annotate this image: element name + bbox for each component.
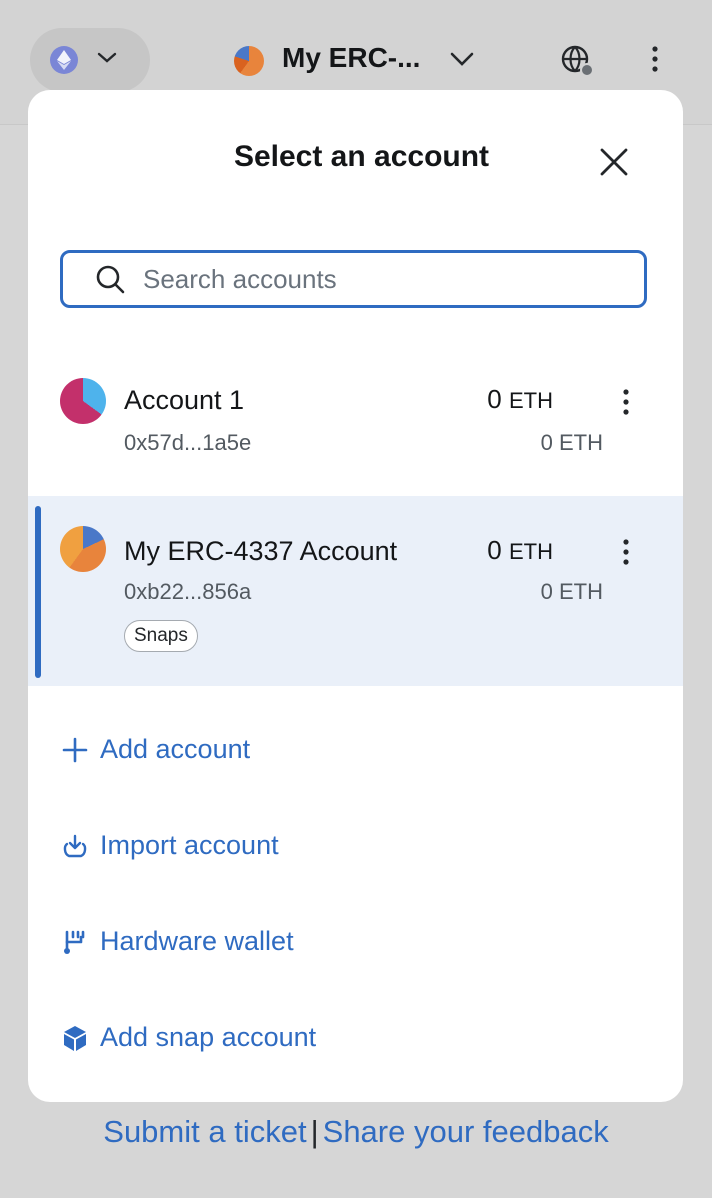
secondary-balance: 0 ETH (540, 430, 603, 455)
support-footer: Submit a ticket | Share your feedback (0, 1114, 712, 1150)
account-name: Account 1 (124, 385, 245, 415)
account-options-icon[interactable] (616, 534, 636, 570)
plus-icon (60, 735, 90, 765)
select-account-modal: Select an account Account 1 0x57d...1a5e… (28, 90, 683, 1102)
search-input[interactable] (141, 262, 615, 296)
network-picker[interactable] (30, 28, 150, 92)
account-balance: 0 ETH (487, 535, 553, 566)
snap-cube-icon (60, 1023, 90, 1053)
account-avatar (60, 526, 106, 572)
import-account-label: Import account (100, 830, 279, 860)
close-icon[interactable] (596, 144, 632, 180)
ethereum-icon (50, 46, 78, 74)
add-account-button[interactable]: Add account (60, 734, 250, 765)
hardware-wallet-button[interactable]: Hardware wallet (60, 926, 294, 957)
current-account-name[interactable]: My ERC-... (282, 42, 420, 74)
import-account-button[interactable]: Import account (60, 830, 279, 861)
footer-separator: | (310, 1114, 319, 1149)
secondary-balance: 0 ETH (540, 579, 603, 604)
snaps-tag: Snaps (124, 620, 198, 652)
hardware-wallet-icon (60, 927, 90, 957)
account-options-icon[interactable] (616, 384, 636, 420)
account-name: My ERC-4337 Account (124, 536, 398, 566)
add-snap-account-button[interactable]: Add snap account (60, 1022, 316, 1053)
account-avatar[interactable] (234, 46, 264, 76)
account-list-item-selected[interactable]: My ERC-4337 Account 0xb22...856a 0 ETH 0… (28, 496, 683, 686)
globe-connected-icon[interactable] (560, 44, 594, 83)
share-feedback-link[interactable]: Share your feedback (323, 1114, 609, 1149)
add-snap-account-label: Add snap account (100, 1022, 317, 1052)
balance-value: 0 (487, 535, 502, 565)
account-address: 0xb22...856a (124, 579, 252, 604)
search-box (60, 250, 647, 308)
hardware-wallet-label: Hardware wallet (100, 926, 294, 956)
account-avatar (60, 378, 106, 424)
balance-unit: ETH (509, 388, 553, 413)
add-account-label: Add account (100, 734, 251, 764)
submit-ticket-link[interactable]: Submit a ticket (103, 1114, 306, 1149)
account-address: 0x57d...1a5e (124, 430, 252, 455)
account-balance: 0 ETH (487, 384, 553, 415)
balance-unit: ETH (509, 539, 553, 564)
chevron-down-icon[interactable] (448, 48, 476, 75)
selected-indicator (35, 506, 41, 678)
account-list-item[interactable]: Account 1 0x57d...1a5e 0 ETH 0 ETH (28, 350, 683, 496)
search-icon (95, 263, 127, 295)
chevron-down-icon (96, 50, 118, 71)
import-icon (60, 831, 90, 861)
balance-value: 0 (487, 384, 502, 414)
modal-title: Select an account (233, 140, 490, 173)
kebab-menu-icon[interactable] (642, 44, 668, 79)
